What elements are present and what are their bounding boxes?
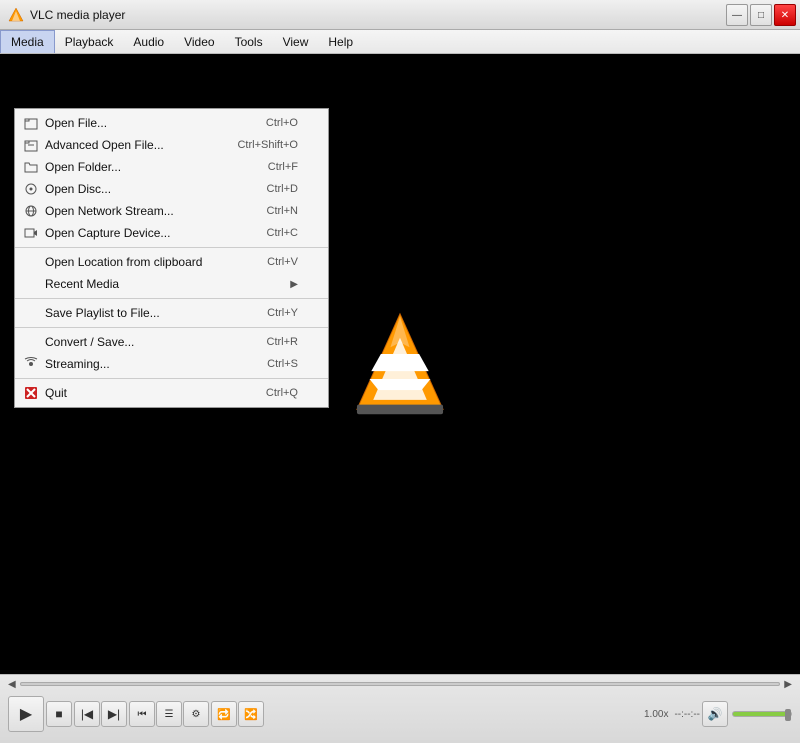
open-folder-icon xyxy=(23,159,39,175)
menu-item-open-location[interactable]: Open Location from clipboard Ctrl+V xyxy=(15,251,328,273)
recent-media-icon xyxy=(23,276,39,292)
menu-playback[interactable]: Playback xyxy=(55,30,124,53)
controls-bar: ◀ ▶ ▶ ■ |◀ ▶| ⏮ ☰ ⚙ 🔁 🔀 1.00x --:--:-- xyxy=(0,674,800,743)
convert-save-icon xyxy=(23,334,39,350)
time-display: --:--:-- xyxy=(674,709,700,720)
loop-shuffle-group: 🔁 🔀 xyxy=(211,701,264,727)
prev-next-group: |◀ ▶| xyxy=(74,701,127,727)
seekbar-right-arrow[interactable]: ▶ xyxy=(784,679,792,690)
menu-item-save-playlist[interactable]: Save Playlist to File... Ctrl+Y xyxy=(15,302,328,324)
menu-item-open-folder[interactable]: Open Folder... Ctrl+F xyxy=(15,156,328,178)
volume-icon-button[interactable]: 🔊 xyxy=(702,701,728,727)
separator-3 xyxy=(15,327,328,328)
extended-button[interactable]: ⚙ xyxy=(183,701,209,727)
loop-button[interactable]: 🔁 xyxy=(211,701,237,727)
save-playlist-icon xyxy=(23,305,39,321)
menu-video[interactable]: Video xyxy=(174,30,224,53)
streaming-icon xyxy=(23,356,39,372)
menu-item-quit[interactable]: Quit Ctrl+Q xyxy=(15,382,328,404)
app-icon xyxy=(8,7,24,23)
menu-item-open-disc[interactable]: Open Disc... Ctrl+D xyxy=(15,178,328,200)
advanced-open-icon xyxy=(23,137,39,153)
play-button[interactable]: ▶ xyxy=(8,696,44,732)
media-dropdown-menu: Open File... Ctrl+O Advanced Open File..… xyxy=(14,108,329,408)
volume-slider[interactable] xyxy=(732,711,792,717)
open-network-icon xyxy=(23,203,39,219)
menu-bar: Media Playback Audio Video Tools View He… xyxy=(0,30,800,54)
menu-view[interactable]: View xyxy=(273,30,319,53)
menu-help[interactable]: Help xyxy=(318,30,363,53)
menu-item-open-file[interactable]: Open File... Ctrl+O xyxy=(15,112,328,134)
window-title: VLC media player xyxy=(30,8,125,22)
menu-audio[interactable]: Audio xyxy=(123,30,174,53)
next-button[interactable]: ▶| xyxy=(101,701,127,727)
volume-area: 🔊 xyxy=(702,701,792,727)
video-area: Open File... Ctrl+O Advanced Open File..… xyxy=(0,54,800,674)
quit-icon xyxy=(23,385,39,401)
menu-item-convert-save[interactable]: Convert / Save... Ctrl+R xyxy=(15,331,328,353)
stop-button[interactable]: ■ xyxy=(46,701,72,727)
menu-item-open-network[interactable]: Open Network Stream... Ctrl+N xyxy=(15,200,328,222)
menu-tools[interactable]: Tools xyxy=(225,30,273,53)
open-file-icon xyxy=(23,115,39,131)
separator-4 xyxy=(15,378,328,379)
window-controls: — □ ✕ xyxy=(726,4,796,26)
playlist-button[interactable]: ☰ xyxy=(156,701,182,727)
open-location-icon xyxy=(23,254,39,270)
vlc-logo xyxy=(350,309,450,419)
open-capture-icon xyxy=(23,225,39,241)
close-button[interactable]: ✕ xyxy=(774,4,796,26)
separator-1 xyxy=(15,247,328,248)
menu-media[interactable]: Media xyxy=(0,30,55,53)
seekbar-left-arrow[interactable]: ◀ xyxy=(8,679,16,690)
open-disc-icon xyxy=(23,181,39,197)
menu-item-open-capture[interactable]: Open Capture Device... Ctrl+C xyxy=(15,222,328,244)
seekbar[interactable] xyxy=(20,682,781,686)
frame-group: ⏮ ☰ ⚙ xyxy=(129,701,209,727)
buttons-row: ▶ ■ |◀ ▶| ⏮ ☰ ⚙ 🔁 🔀 1.00x --:--:-- 🔊 xyxy=(0,693,800,735)
menu-item-advanced-open[interactable]: Advanced Open File... Ctrl+Shift+O xyxy=(15,134,328,156)
speed-label: 1.00x xyxy=(644,709,668,720)
title-bar: VLC media player — □ ✕ xyxy=(0,0,800,30)
separator-2 xyxy=(15,298,328,299)
minimize-button[interactable]: — xyxy=(726,4,748,26)
menu-item-streaming[interactable]: Streaming... Ctrl+S xyxy=(15,353,328,375)
seekbar-row: ◀ ▶ xyxy=(0,675,800,693)
menu-item-recent-media[interactable]: Recent Media ▶ xyxy=(15,273,328,295)
shuffle-button[interactable]: 🔀 xyxy=(238,701,264,727)
maximize-button[interactable]: □ xyxy=(750,4,772,26)
frame-prev-button[interactable]: ⏮ xyxy=(129,701,155,727)
prev-button[interactable]: |◀ xyxy=(74,701,100,727)
